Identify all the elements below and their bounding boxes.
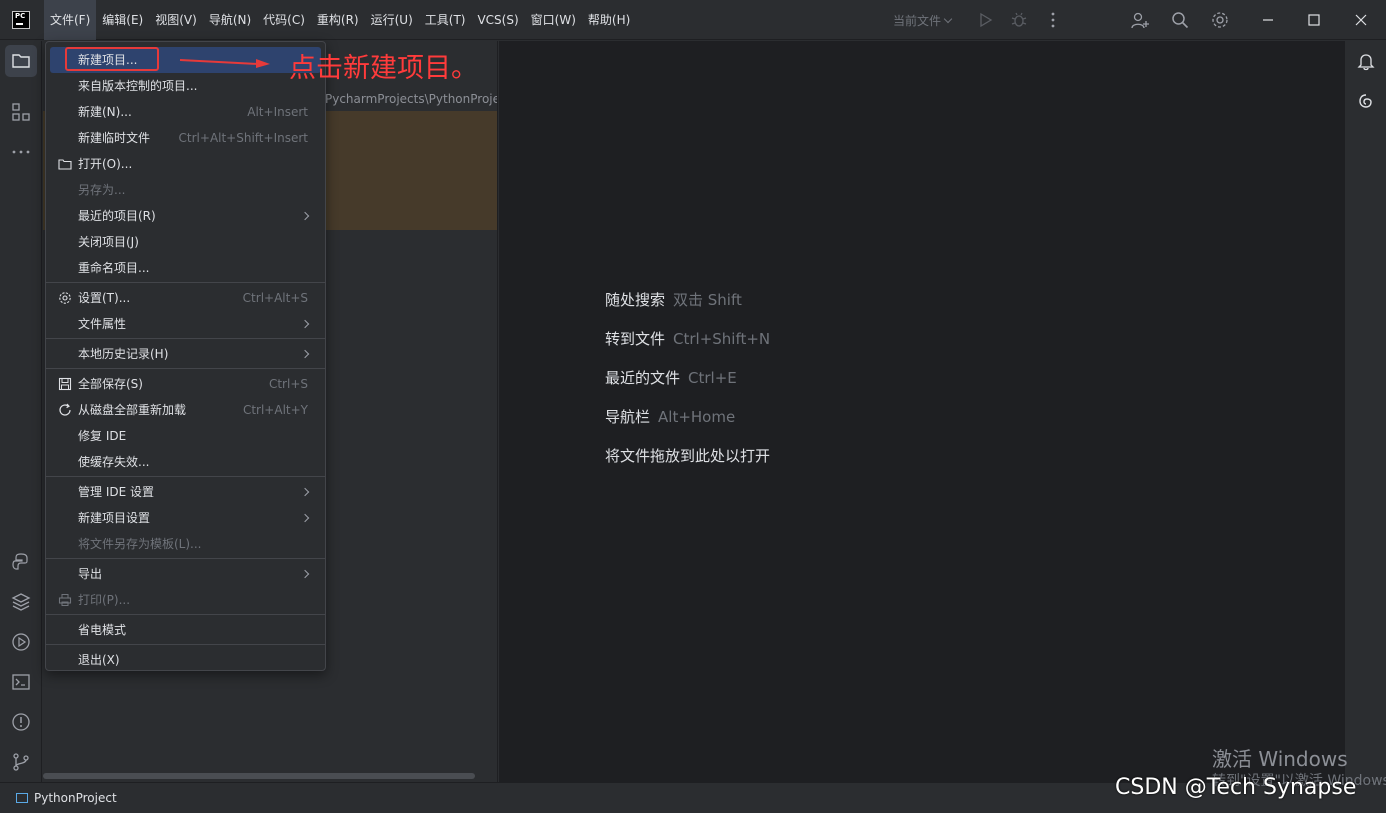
menu-separator (46, 368, 325, 369)
menu-item-save-all[interactable]: 全部保存(S) Ctrl+S (46, 371, 325, 397)
menu-window[interactable]: 窗口(W) (525, 0, 582, 40)
chevron-right-icon (300, 319, 310, 329)
chevron-down-icon (943, 14, 953, 24)
gear-icon (59, 292, 71, 304)
chevron-right-icon (300, 513, 310, 523)
folder-icon (58, 159, 72, 170)
menu-code[interactable]: 代码(C) (257, 0, 311, 40)
menu-view[interactable]: 视图(V) (149, 0, 203, 40)
minimize-icon[interactable] (1258, 10, 1278, 30)
reload-icon (59, 403, 71, 416)
problems-icon[interactable] (10, 711, 32, 733)
hint-goto-file: 转到文件 Ctrl+Shift+N (605, 330, 771, 348)
menu-separator (46, 338, 325, 339)
project-module-icon (16, 793, 28, 803)
project-path-text: PycharmProjects\PythonProje (325, 92, 497, 106)
main-menu-bar: 文件(F) 编辑(E) 视图(V) 导航(N) 代码(C) 重构(R) 运行(U… (44, 0, 636, 40)
menu-item-rename-project[interactable]: 重命名项目... (46, 255, 325, 281)
horizontal-scrollbar[interactable] (43, 773, 475, 779)
chevron-right-icon (300, 569, 310, 579)
python-console-icon[interactable] (10, 551, 32, 573)
menu-file[interactable]: 文件(F) (44, 0, 97, 40)
project-folder-icon[interactable] (5, 45, 37, 77)
menu-item-open[interactable]: 打开(O)... (46, 151, 325, 177)
pycharm-window: PC 文件(F) 编辑(E) 视图(V) 导航(N) 代码(C) 重构(R) 运… (0, 0, 1386, 813)
left-tool-stripe (0, 41, 42, 782)
run-config-label: 当前文件 (893, 14, 942, 28)
windows-activation-title: 激活 Windows (1212, 747, 1348, 771)
debug-icon[interactable] (1009, 10, 1029, 30)
run-icon[interactable] (975, 10, 995, 30)
search-icon[interactable] (1170, 10, 1190, 30)
menu-item-exit[interactable]: 退出(X) (46, 647, 325, 673)
maximize-icon[interactable] (1304, 10, 1324, 30)
menu-item-manage-ide-settings[interactable]: 管理 IDE 设置 (46, 479, 325, 505)
menu-item-project-from-vcs[interactable]: 来自版本控制的项目... (46, 73, 325, 99)
structure-icon[interactable] (10, 101, 32, 123)
more-vertical-icon[interactable] (1043, 10, 1063, 30)
menu-separator (46, 558, 325, 559)
menu-item-reload-from-disk[interactable]: 从磁盘全部重新加载 Ctrl+Alt+Y (46, 397, 325, 423)
hint-recent-files: 最近的文件 Ctrl+E (605, 369, 737, 387)
terminal-icon[interactable] (10, 671, 32, 693)
run-config-selector[interactable]: 当前文件 (893, 12, 953, 29)
settings-gear-icon[interactable] (1210, 10, 1230, 30)
right-tool-stripe (1344, 41, 1386, 782)
menu-item-export[interactable]: 导出 (46, 561, 325, 587)
menu-edit[interactable]: 编辑(E) (96, 0, 149, 40)
annotation-text: 点击新建项目。 (289, 53, 478, 84)
hint-navigation-bar: 导航栏 Alt+Home (605, 408, 736, 426)
git-branch-icon[interactable] (10, 751, 32, 773)
file-menu-dropdown: 新建项目... 来自版本控制的项目... 新建(N)... Alt+Insert … (45, 41, 326, 671)
menu-run[interactable]: 运行(U) (365, 0, 419, 40)
pycharm-logo-icon[interactable]: PC (12, 11, 30, 29)
print-icon (58, 594, 72, 606)
more-horizontal-icon[interactable] (10, 141, 32, 163)
annotation-arrow-icon (179, 59, 270, 68)
menu-item-print[interactable]: 打印(P)... (46, 587, 325, 613)
menu-refactor[interactable]: 重构(R) (311, 0, 365, 40)
chevron-right-icon (300, 349, 310, 359)
notifications-bell-icon[interactable] (1356, 51, 1376, 71)
title-bar: PC 文件(F) 编辑(E) 视图(V) 导航(N) 代码(C) 重构(R) 运… (0, 0, 1386, 40)
menu-separator (46, 476, 325, 477)
menu-item-close-project[interactable]: 关闭项目(J) (46, 229, 325, 255)
menu-separator (46, 614, 325, 615)
menu-item-new-project-setup[interactable]: 新建项目设置 (46, 505, 325, 531)
menu-item-save-as[interactable]: 另存为... (46, 177, 325, 203)
menu-vcs[interactable]: VCS(S) (471, 0, 524, 40)
services-run-icon[interactable] (10, 631, 32, 653)
menu-item-invalidate-caches[interactable]: 使缓存失效... (46, 449, 325, 475)
menu-item-repair-ide[interactable]: 修复 IDE (46, 423, 325, 449)
menu-separator (46, 282, 325, 283)
packages-layers-icon[interactable] (10, 591, 32, 613)
csdn-watermark: CSDN @Tech Synapse (1115, 775, 1357, 800)
menu-separator (46, 644, 325, 645)
chevron-right-icon (300, 211, 310, 221)
menu-item-new-scratch-file[interactable]: 新建临时文件 Ctrl+Alt+Shift+Insert (46, 125, 325, 151)
annotation-highlight-box (65, 47, 159, 71)
save-icon (58, 377, 72, 391)
close-icon[interactable] (1351, 10, 1371, 30)
menu-help[interactable]: 帮助(H) (582, 0, 636, 40)
menu-item-new[interactable]: 新建(N)... Alt+Insert (46, 99, 325, 125)
editor-empty-area: 随处搜索 双击 Shift 转到文件 Ctrl+Shift+N 最近的文件 Ctrl+… (499, 41, 1344, 782)
menu-item-save-as-template[interactable]: 将文件另存为模板(L)... (46, 531, 325, 557)
add-user-icon[interactable] (1130, 10, 1150, 30)
hint-drop-files: 将文件拖放到此处以打开 (605, 447, 771, 465)
menu-item-file-properties[interactable]: 文件属性 (46, 311, 325, 337)
menu-item-settings[interactable]: 设置(T)... Ctrl+Alt+S (46, 285, 325, 311)
menu-item-local-history[interactable]: 本地历史记录(H) (46, 341, 325, 367)
menu-navigate[interactable]: 导航(N) (203, 0, 257, 40)
chevron-right-icon (300, 487, 310, 497)
menu-item-recent-projects[interactable]: 最近的项目(R) (46, 203, 325, 229)
menu-tools[interactable]: 工具(T) (419, 0, 472, 40)
hint-search-everywhere: 随处搜索 双击 Shift (605, 291, 742, 309)
statusbar-project[interactable]: PythonProject (16, 791, 117, 805)
ai-assistant-icon[interactable] (1356, 91, 1376, 111)
menu-item-power-save-mode[interactable]: 省电模式 (46, 617, 325, 643)
